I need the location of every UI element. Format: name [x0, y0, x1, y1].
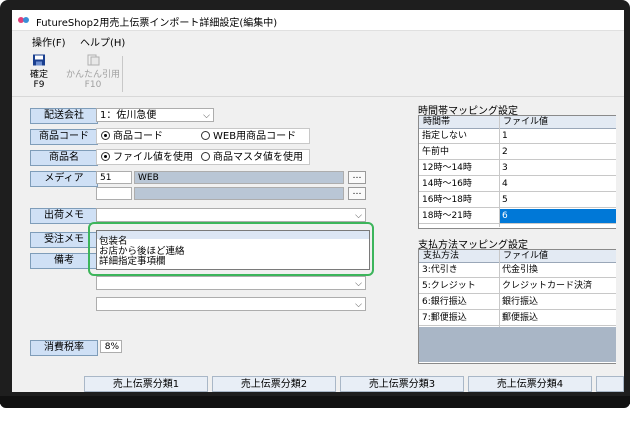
shipping-company-select[interactable]: 1：佐川急便 ⌵ — [96, 108, 214, 122]
quote-key: F10 — [84, 80, 102, 90]
grid-header-value: ファイル値 — [503, 251, 549, 261]
radio-selected-icon — [101, 131, 110, 140]
shipping-company-label: 配送会社 — [30, 108, 98, 124]
media-name-field-2 — [134, 187, 344, 200]
shipping-company-value: 1：佐川急便 — [100, 110, 157, 121]
shipping-memo-select[interactable]: ⌵ — [96, 208, 366, 222]
quote-button[interactable]: かんたん引用 F10 — [64, 52, 122, 94]
tax-rate-label: 消費税率 — [30, 340, 98, 356]
product-code-label: 商品コード — [30, 129, 98, 145]
grid-cell[interactable]: 3:代引き — [419, 263, 499, 278]
grid-empty-area — [419, 327, 617, 362]
radio-product-code[interactable]: 商品コード — [101, 130, 163, 144]
quote-label: かんたん引用 — [65, 70, 120, 80]
grid-cell[interactable]: 12時～14時 — [419, 161, 499, 176]
product-code-radio-group: 商品コード WEB用商品コード — [96, 128, 310, 144]
grid-cell[interactable]: 4 — [499, 177, 617, 192]
window-title: FutureShop2用売上伝票インポート詳細設定(編集中) — [36, 18, 278, 29]
radio-use-master-value[interactable]: 商品マスタ値を使用 — [201, 151, 303, 165]
media-label: メディア — [30, 171, 98, 187]
title-bar: FutureShop2用売上伝票インポート詳細設定(編集中) — [12, 10, 624, 31]
chevron-down-icon: ⌵ — [355, 211, 362, 221]
grid-cell[interactable]: 14時～16時 — [419, 177, 499, 192]
app-icon — [18, 17, 29, 23]
radio-selected-icon — [101, 152, 110, 161]
grid-cell[interactable]: 5:クレジット — [419, 279, 499, 294]
grid-header-method: 支払方法 — [423, 251, 460, 261]
radio-label: ファイル値を使用 — [113, 152, 193, 163]
menu-bar: 操作(F) ヘルプ(H) — [12, 32, 624, 49]
tax-rate-input[interactable]: 8% — [100, 340, 122, 353]
grid-cell[interactable]: 銀行振込 — [499, 295, 617, 310]
grid-cell[interactable]: 代金引換 — [499, 263, 617, 278]
radio-unselected-icon — [201, 131, 210, 140]
scroll-area — [616, 104, 624, 374]
save-icon — [33, 54, 45, 66]
grid-cell[interactable]: 5 — [499, 193, 617, 208]
media-name-field: WEB — [134, 171, 344, 184]
sales-category-1-button[interactable]: 売上伝票分類1 — [84, 376, 208, 392]
grid-header: 支払方法 ファイル値 — [419, 250, 617, 263]
quote-icon — [87, 54, 100, 66]
grid-header-slot: 時間帯 — [423, 117, 451, 127]
media-lookup-button[interactable]: … — [348, 171, 366, 184]
monitor-base — [0, 396, 630, 408]
memo-select-3[interactable]: ⌵ — [96, 276, 366, 290]
grid-cell[interactable]: 7:郵便振込 — [419, 311, 499, 326]
grid-header: 時間帯 ファイル値 — [419, 116, 617, 129]
grid-divider — [499, 116, 500, 227]
chevron-down-icon: ⌵ — [203, 111, 210, 121]
radio-use-file-value[interactable]: ファイル値を使用 — [101, 151, 193, 165]
media-lookup-button-2[interactable]: … — [348, 187, 366, 200]
shipping-memo-label: 出荷メモ — [30, 208, 98, 224]
grid-cell-selected[interactable]: 6 — [499, 209, 617, 224]
grid-cell[interactable]: 指定しない — [419, 129, 499, 144]
grid-divider — [499, 250, 500, 327]
grid-cell[interactable]: 1 — [499, 129, 617, 144]
time-mapping-grid: 時間帯 ファイル値 指定しない 1 午前中 2 12時～14時 3 14時～16… — [418, 115, 618, 229]
sales-category-3-button[interactable]: 売上伝票分類3 — [340, 376, 464, 392]
sales-category-4-button[interactable]: 売上伝票分類4 — [468, 376, 592, 392]
sales-category-2-button[interactable]: 売上伝票分類2 — [212, 376, 336, 392]
grid-cell[interactable]: 2 — [499, 145, 617, 160]
memo-select-4[interactable]: ⌵ — [96, 297, 366, 311]
media-code-input-2[interactable] — [96, 187, 132, 200]
confirm-label: 確定 — [29, 70, 48, 80]
radio-label: 商品コード — [113, 131, 163, 142]
sales-category-next-button[interactable] — [596, 376, 624, 392]
toolbar-separator — [122, 56, 123, 92]
grid-cell[interactable]: 18時～21時 — [419, 209, 499, 224]
grid-cell[interactable]: 午前中 — [419, 145, 499, 160]
chevron-down-icon: ⌵ — [355, 279, 362, 289]
grid-cell[interactable]: 3 — [499, 161, 617, 176]
radio-label: WEB用商品コード — [213, 131, 297, 142]
product-name-radio-group: ファイル値を使用 商品マスタ値を使用 — [96, 149, 310, 165]
grid-header-value: ファイル値 — [503, 117, 549, 127]
grid-cell[interactable]: 郵便振込 — [499, 311, 617, 326]
payment-mapping-grid: 支払方法 ファイル値 3:代引き 代金引換 5:クレジット クレジットカード決済… — [418, 249, 618, 364]
grid-cell[interactable]: 16時～18時 — [419, 193, 499, 208]
toolbar: 確定 F9 かんたん引用 F10 — [12, 50, 624, 97]
grid-cell[interactable]: クレジットカード決済 — [499, 279, 617, 294]
radio-label: 商品マスタ値を使用 — [213, 152, 303, 163]
radio-unselected-icon — [201, 152, 210, 161]
product-name-label: 商品名 — [30, 150, 98, 166]
radio-web-product-code[interactable]: WEB用商品コード — [201, 130, 296, 144]
confirm-key: F9 — [33, 80, 45, 90]
menu-help[interactable]: ヘルプ(H) — [80, 34, 125, 49]
grid-cell[interactable]: 6:銀行振込 — [419, 295, 499, 310]
app-window: FutureShop2用売上伝票インポート詳細設定(編集中) 操作(F) ヘルプ… — [12, 10, 624, 392]
chevron-down-icon: ⌵ — [355, 300, 362, 310]
highlight-ring — [88, 222, 374, 276]
media-code-input[interactable]: 51 — [96, 171, 132, 184]
menu-operation[interactable]: 操作(F) — [32, 34, 66, 49]
confirm-button[interactable]: 確定 F9 — [16, 52, 62, 94]
